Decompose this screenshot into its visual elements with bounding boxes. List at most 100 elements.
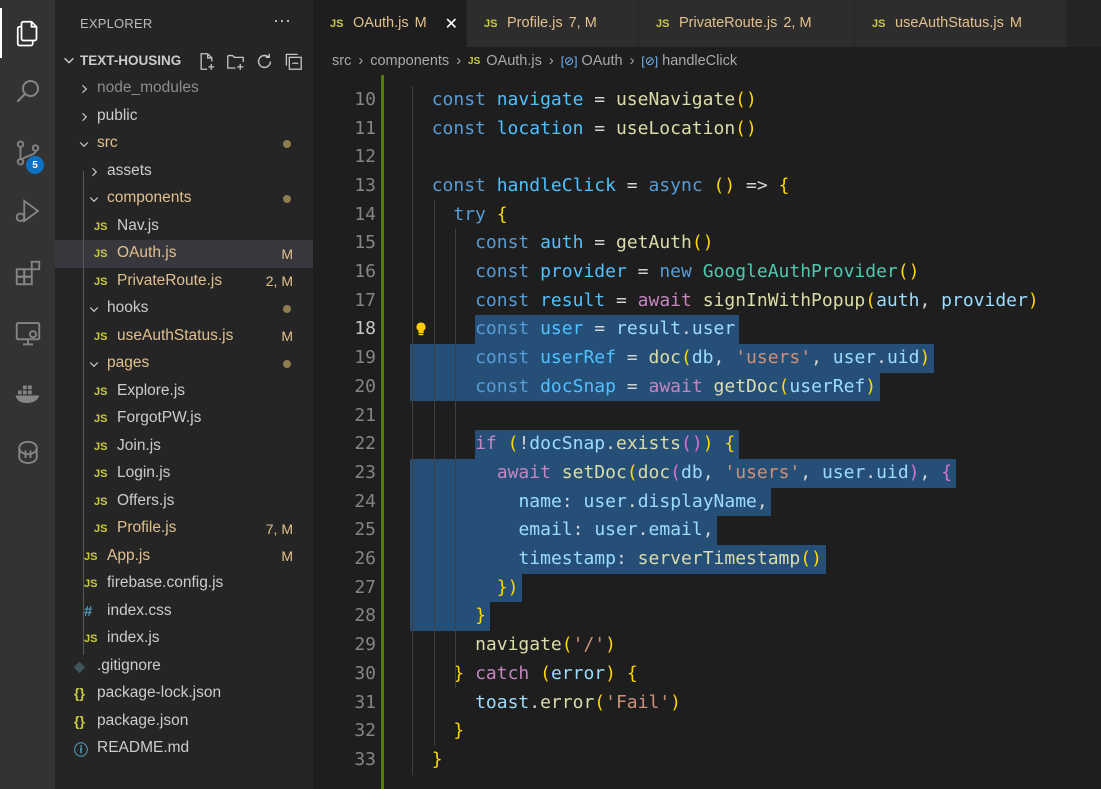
tree-item-label: package.json: [97, 711, 189, 729]
code-line: 20 const docSnap = await getDoc(userRef): [313, 372, 1101, 402]
code-text: timestamp: serverTimestamp(): [518, 548, 822, 569]
js-file-icon: JS: [94, 220, 108, 233]
js-file-icon: JS: [94, 413, 108, 425]
symbol-icon: [⊘]: [560, 54, 578, 68]
line-number: 28: [354, 605, 376, 627]
breadcrumb-item[interactable]: handleClick: [662, 53, 737, 69]
tab-privateroute[interactable]: JS PrivateRoute.js 2, M: [639, 0, 855, 47]
search-icon[interactable]: [0, 66, 55, 116]
database-icon[interactable]: [0, 428, 55, 478]
tree-folder[interactable]: node_modules: [55, 75, 313, 103]
code-line: 31 toast.error('Fail'): [313, 689, 1101, 718]
tab-label: Profile.js: [507, 15, 563, 31]
lightbulb-icon[interactable]: [413, 321, 429, 337]
explorer-title: EXPLORER: [80, 16, 153, 31]
line-number: 17: [354, 289, 376, 311]
tree-item-label: Offers.js: [117, 491, 175, 509]
run-debug-icon[interactable]: [0, 186, 55, 236]
js-file-icon: JS: [330, 18, 344, 30]
tree-file[interactable]: JS Profile.js 7, M: [55, 515, 313, 543]
tree-file[interactable]: JS Join.js: [55, 433, 313, 461]
code-line: 11 const location = useLocation(): [313, 115, 1101, 144]
tree-folder[interactable]: assets: [55, 158, 313, 186]
tree-folder[interactable]: hooks: [55, 295, 313, 323]
tree-item-label: index.js: [107, 629, 160, 646]
tab-oauth[interactable]: JS OAuth.js M ✕: [313, 0, 467, 47]
tree-file[interactable]: JS firebase.config.js: [55, 570, 313, 598]
git-status-badge: 7, M: [265, 520, 293, 537]
js-file-icon: JS: [872, 18, 886, 30]
tree-file[interactable]: JS OAuth.js M: [55, 240, 313, 268]
tree-file[interactable]: JS index.js: [55, 625, 313, 653]
tab-status: 7, M: [568, 15, 597, 31]
line-number: 26: [354, 548, 376, 569]
tree-file[interactable]: JS Explore.js: [55, 378, 313, 406]
tree-folder[interactable]: public: [55, 103, 313, 131]
refresh-icon[interactable]: [253, 50, 275, 72]
tree-file[interactable]: JS ForgotPW.js: [55, 405, 313, 433]
source-control-icon[interactable]: 5: [0, 128, 55, 178]
tree-file[interactable]: {} package-lock.json: [55, 680, 313, 708]
tab-profile[interactable]: JS Profile.js 7, M: [467, 0, 639, 47]
breadcrumb-item[interactable]: components: [370, 53, 449, 69]
indent-guide: [433, 200, 435, 746]
code-text: }: [431, 748, 443, 770]
tree-file[interactable]: JS Offers.js: [55, 488, 313, 516]
info-file-icon: ⓘ: [74, 742, 88, 758]
code-text: }: [475, 605, 486, 627]
code-line: 32 }: [313, 717, 1101, 746]
tree-file[interactable]: JS Login.js: [55, 460, 313, 488]
code-text: const userRef = doc(db, 'users', user.ui…: [475, 347, 931, 369]
line-number: 11: [354, 117, 376, 139]
code-text: try {: [453, 203, 508, 225]
breadcrumb-item[interactable]: src: [332, 53, 351, 69]
tab-useauthstatus[interactable]: JS useAuthStatus.js M: [855, 0, 1067, 47]
tree-folder[interactable]: src: [55, 130, 313, 158]
tree-item-label: .gitignore: [97, 656, 161, 674]
line-number: 14: [354, 203, 376, 225]
line-number: 13: [354, 174, 376, 196]
breadcrumb-item[interactable]: OAuth.js: [486, 53, 542, 69]
tree-item-label: Join.js: [117, 436, 161, 454]
files-icon[interactable]: [0, 8, 55, 58]
js-file-icon: JS: [94, 495, 108, 508]
tree-item-label: index.css: [107, 601, 172, 619]
tree-folder[interactable]: components: [55, 185, 313, 213]
tree-file[interactable]: JS App.js M: [55, 543, 313, 571]
tree-item-label: package-lock.json: [97, 684, 222, 701]
git-file-icon: ◆: [74, 657, 85, 674]
docker-icon[interactable]: [0, 368, 55, 418]
chevron-right-icon: ›: [358, 53, 364, 69]
more-actions-icon[interactable]: ···: [273, 10, 291, 31]
code-line: 17 const result = await signInWithPopup(…: [313, 287, 1101, 316]
tree-file[interactable]: JS useAuthStatus.js M: [55, 323, 313, 351]
code-line: 13 const handleClick = async () => {: [313, 172, 1101, 201]
new-file-icon[interactable]: [195, 50, 217, 72]
tree-file[interactable]: ⓘ README.md: [55, 735, 313, 763]
tree-file[interactable]: JS PrivateRoute.js 2, M: [55, 268, 313, 296]
remote-explorer-icon[interactable]: [0, 308, 55, 358]
tree-file[interactable]: # index.css: [55, 598, 313, 626]
tree-file[interactable]: {} package.json: [55, 708, 313, 736]
new-folder-icon[interactable]: [224, 50, 246, 72]
chevron-down-icon: [79, 142, 89, 148]
tab-status: M: [1009, 15, 1022, 31]
tree-item-label: components: [107, 189, 192, 206]
editor-tabs: JS OAuth.js M ✕ JS Profile.js 7, M JS Priv…: [313, 0, 1101, 47]
tree-folder[interactable]: pages: [55, 350, 313, 378]
code-line: 21: [313, 402, 1101, 431]
tree-item-label: firebase.config.js: [107, 574, 224, 591]
collapse-all-icon[interactable]: [282, 50, 304, 72]
extensions-icon[interactable]: [0, 248, 55, 298]
explorer-sidebar: EXPLORER ··· TEXT-HOUSING node_modules pu…: [55, 0, 313, 789]
tree-file[interactable]: JS Nav.js: [55, 213, 313, 241]
code-line: 23 await setDoc(doc(db, 'users', user.ui…: [313, 458, 1101, 488]
project-name: TEXT-HOUSING: [80, 53, 182, 68]
tree-item-label: ForgotPW.js: [117, 409, 202, 426]
breadcrumb-item[interactable]: OAuth: [581, 53, 622, 69]
close-icon[interactable]: ✕: [445, 14, 458, 34]
code-editor[interactable]: 10 const navigate = useNavigate() 11 cons…: [313, 75, 1101, 789]
chevron-right-icon: [82, 84, 88, 94]
project-header[interactable]: TEXT-HOUSING: [55, 47, 313, 75]
tree-file[interactable]: ◆ .gitignore: [55, 653, 313, 681]
